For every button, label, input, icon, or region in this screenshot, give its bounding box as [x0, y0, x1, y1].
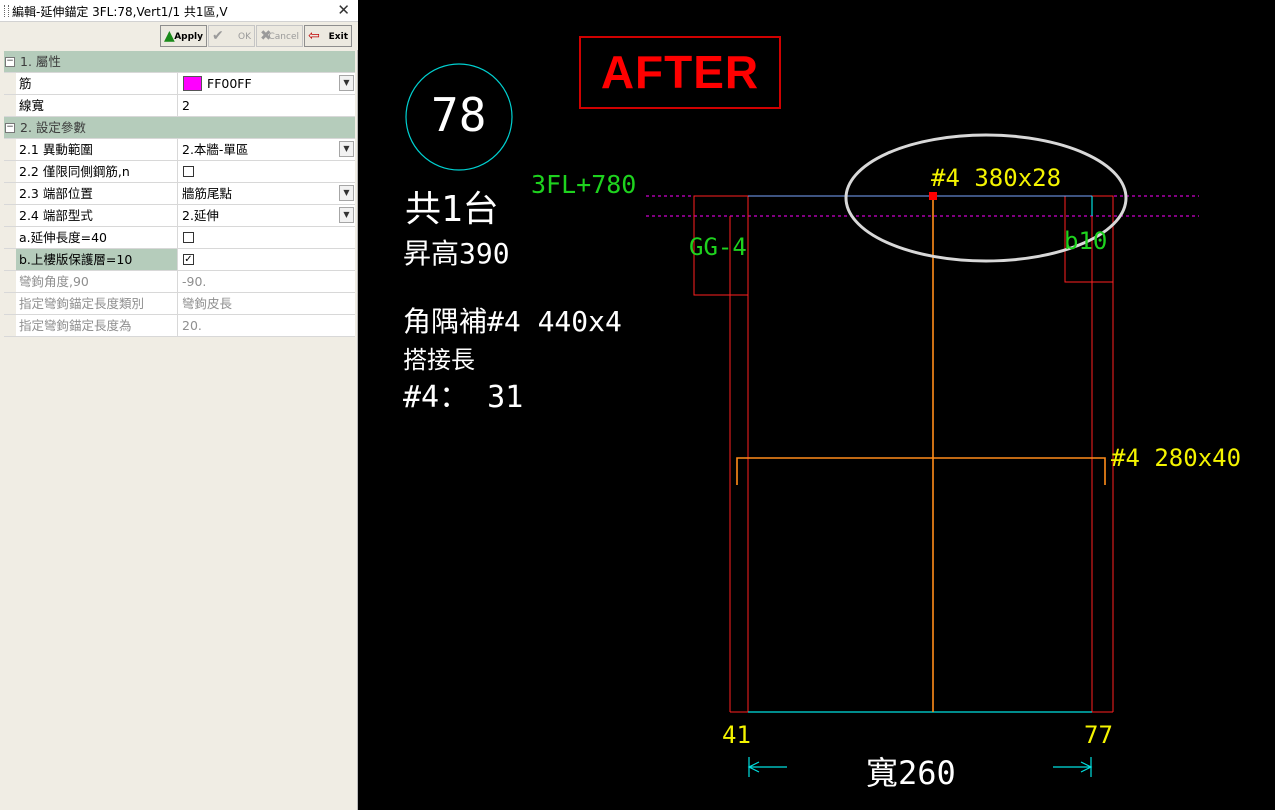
prop-row-extlen[interactable]: a.延伸長度=40	[4, 227, 355, 249]
dim-left-label: 41	[722, 721, 751, 749]
prop-row-hooklen[interactable]: 指定彎鉤錨定長度為 20.	[4, 315, 355, 337]
property-grid: − 1. 屬性 筋 FF00FF ▼ 線寬 2 − 2. 設定參數 2.1 異動…	[4, 51, 355, 337]
apply-icon: ▲	[164, 28, 175, 44]
mid-bar-label: #4 280x40	[1111, 444, 1242, 472]
rebar-color-field[interactable]: FF00FF ▼	[179, 73, 355, 94]
cancel-button[interactable]: ✖ Cancel	[256, 25, 303, 47]
endtype-select[interactable]: 2.延伸 ▼	[179, 205, 355, 226]
prop-name: 2.3 端部位置	[16, 183, 178, 204]
drag-grip-icon[interactable]	[4, 5, 9, 17]
toolbar: ▲ Apply ✔ OK ✖ Cancel ⇦ Exit	[0, 22, 358, 50]
close-button[interactable]: ✕	[337, 1, 350, 19]
wall-number: 78	[431, 88, 487, 142]
lap-value: #4： 31	[403, 380, 524, 415]
prop-row-rebar[interactable]: 筋 FF00FF ▼	[4, 73, 355, 95]
prop-name: 2.4 端部型式	[16, 205, 178, 226]
chevron-down-icon[interactable]: ▼	[339, 207, 354, 223]
extlen-checkbox[interactable]	[183, 232, 194, 243]
prop-row-hookangle[interactable]: 彎鉤角度,90 -90.	[4, 271, 355, 293]
right-beam-label: b10	[1064, 227, 1108, 255]
prop-name: 2.2 僅限同側鋼筋,n	[16, 161, 178, 182]
prop-row-linewidth[interactable]: 線寬 2	[4, 95, 355, 117]
prop-name: 指定彎鉤錨定長度類別	[16, 293, 178, 314]
prop-name: 2.1 異動範圍	[16, 139, 178, 160]
after-label: AFTER	[579, 36, 781, 109]
range-select[interactable]: 2.本牆-單區 ▼	[179, 139, 355, 160]
corner-rebar-label: 角隅補#4 440x4	[403, 305, 622, 338]
color-value: FF00FF	[207, 76, 252, 91]
apply-button[interactable]: ▲ Apply	[160, 25, 207, 47]
rebar-endpoint-marker[interactable]	[929, 192, 937, 200]
check-icon: ✔	[212, 28, 224, 44]
chevron-down-icon[interactable]: ▼	[339, 185, 354, 201]
exit-door-icon: ⇦	[308, 28, 320, 44]
category-parameters[interactable]: − 2. 設定參數	[4, 117, 355, 139]
prop-name: 指定彎鉤錨定長度為	[16, 315, 178, 336]
rise-label: 昇高390	[403, 237, 510, 270]
dim-right-label: 77	[1084, 721, 1113, 749]
prop-name: 彎鉤角度,90	[16, 271, 178, 292]
prop-name: 筋	[16, 73, 178, 94]
hookangle-field[interactable]: -90.	[179, 271, 355, 292]
collapse-icon[interactable]: −	[5, 57, 15, 67]
color-swatch	[183, 76, 202, 91]
chevron-down-icon[interactable]: ▼	[339, 141, 354, 157]
chevron-down-icon[interactable]: ▼	[339, 75, 354, 91]
endpos-select[interactable]: 牆筋尾點 ▼	[179, 183, 355, 204]
sameside-checkbox[interactable]	[183, 166, 194, 177]
category-attributes[interactable]: − 1. 屬性	[4, 51, 355, 73]
prop-name: 線寬	[16, 95, 178, 116]
prop-row-cover[interactable]: b.上樓版保護層=10 ✓	[4, 249, 355, 271]
prop-name: b.上樓版保護層=10	[16, 249, 178, 270]
panel-title: 編輯-延伸錨定 3FL:78,Vert1/1 共1區,V	[12, 5, 228, 19]
left-beam-label: GG-4	[689, 233, 747, 261]
prop-name: a.延伸長度=40	[16, 227, 178, 248]
prop-row-endtype[interactable]: 2.4 端部型式 2.延伸 ▼	[4, 205, 355, 227]
hooktype-field[interactable]: 彎鉤皮長	[179, 293, 355, 314]
top-bar-label: #4 380x28	[931, 164, 1062, 192]
panel-titlebar: 編輯-延伸錨定 3FL:78,Vert1/1 共1區,V ✕	[0, 0, 358, 22]
prop-row-sameside[interactable]: 2.2 僅限同側鋼筋,n	[4, 161, 355, 183]
level-label: 3FL+780	[531, 170, 637, 199]
hooklen-field[interactable]: 20.	[179, 315, 355, 336]
category-label: 2. 設定參數	[20, 120, 86, 135]
lap-label: 搭接長	[403, 346, 475, 374]
cover-checkbox[interactable]: ✓	[183, 254, 194, 265]
exit-button[interactable]: ⇦ Exit	[304, 25, 352, 47]
category-label: 1. 屬性	[20, 54, 61, 69]
collapse-icon[interactable]: −	[5, 123, 15, 133]
property-panel: 編輯-延伸錨定 3FL:78,Vert1/1 共1區,V ✕ ▲ Apply ✔…	[0, 0, 358, 810]
width-label: 寬260	[866, 754, 956, 792]
linewidth-field[interactable]: 2	[179, 95, 355, 116]
ok-button[interactable]: ✔ OK	[208, 25, 255, 47]
prop-row-range[interactable]: 2.1 異動範圍 2.本牆-單區 ▼	[4, 139, 355, 161]
prop-row-hooktype[interactable]: 指定彎鉤錨定長度類別 彎鉤皮長	[4, 293, 355, 315]
count-label: 共1台	[405, 189, 499, 230]
cad-canvas[interactable]: AFTER 78 共1台 昇高390 角隅補#4 440x4 搭接長 #4： 3…	[361, 0, 1275, 810]
prop-row-endpos[interactable]: 2.3 端部位置 牆筋尾點 ▼	[4, 183, 355, 205]
horizontal-rebar	[736, 457, 1106, 485]
